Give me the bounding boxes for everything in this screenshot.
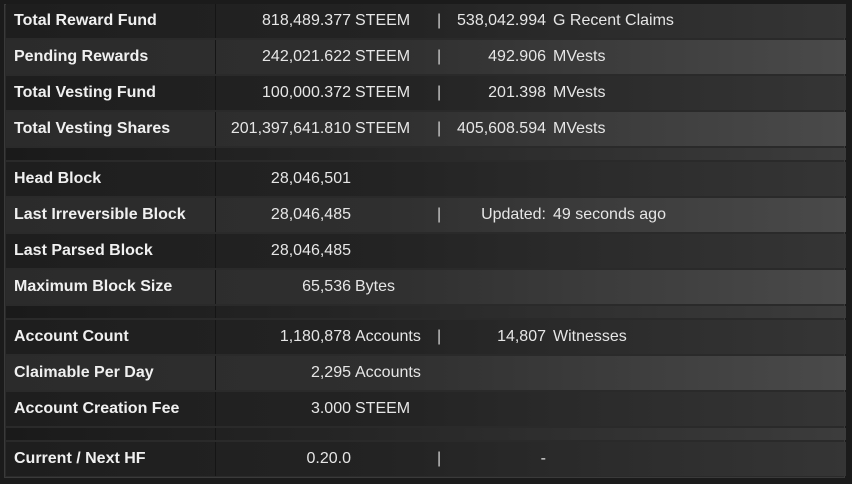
row-value: 818,489.377 [262,12,351,29]
row-value: 2,295 [310,364,351,381]
row-total-vesting-shares: Total Vesting Shares 201,397,641.810 STE… [6,112,846,146]
row-label: Total Vesting Fund [6,76,216,110]
row-account-creation-fee: Account Creation Fee 3.000 STEEM [6,392,846,426]
row-label: Current / Next HF [6,442,216,476]
row-total-reward-fund: Total Reward Fund 818,489.377 STEEM | 53… [6,4,846,38]
row-last-parsed-block: Last Parsed Block 28,046,485 [6,234,846,268]
row-unit-secondary: G Recent Claims [553,12,674,29]
row-label: Maximum Block Size [6,270,216,304]
row-value: 242,021.622 [262,48,351,65]
row-value-secondary: Updated: [481,206,546,223]
row-unit: STEEM [355,48,411,65]
row-value: 3.000 [310,400,351,417]
separator-pipe: | [437,206,442,223]
section-divider [6,148,846,160]
row-value: 0.20.0 [306,450,351,467]
row-pending-rewards: Pending Rewards 242,021.622 STEEM | 492.… [6,40,846,74]
row-value: 100,000.372 [262,84,351,101]
separator-pipe: | [437,84,442,101]
row-label: Account Creation Fee [6,392,216,426]
row-value: 28,046,501 [270,170,351,187]
row-unit: STEEM [355,400,411,417]
row-unit: STEEM [355,84,411,101]
row-head-block: Head Block 28,046,501 [6,162,846,196]
row-unit: STEEM [355,12,411,29]
section-divider [6,306,846,318]
row-value: 1,180,878 [279,328,351,345]
row-maximum-block-size: Maximum Block Size 65,536 Bytes [6,270,846,304]
row-last-irreversible-block: Last Irreversible Block 28,046,485 | Upd… [6,198,846,232]
row-value: 201,397,641.810 [230,120,351,137]
row-unit: STEEM [355,120,411,137]
row-label: Head Block [6,162,216,196]
separator-pipe: | [437,450,442,467]
separator-pipe: | [437,120,442,137]
row-value: 28,046,485 [270,242,351,259]
row-value: 28,046,485 [270,206,351,223]
row-label: Account Count [6,320,216,354]
separator-pipe: | [437,328,442,345]
row-unit-secondary: MVests [553,120,606,137]
row-label: Claimable Per Day [6,356,216,390]
row-unit-secondary: MVests [553,84,606,101]
row-total-vesting-fund: Total Vesting Fund 100,000.372 STEEM | 2… [6,76,846,110]
row-current-next-hf: Current / Next HF 0.20.0 | - [6,442,846,476]
row-value-secondary: 538,042.994 [457,12,546,29]
row-unit-secondary: Witnesses [553,328,627,345]
row-label: Total Reward Fund [6,4,216,38]
row-label: Pending Rewards [6,40,216,74]
row-unit: Accounts [355,364,421,381]
row-label: Total Vesting Shares [6,112,216,146]
row-unit-secondary: MVests [553,48,606,65]
separator-pipe: | [437,48,442,65]
section-divider [6,428,846,440]
separator-pipe: | [437,12,442,29]
row-value: 65,536 [302,278,351,295]
row-unit-secondary: 49 seconds ago [553,206,666,223]
row-value-secondary: 405,608.594 [457,120,546,137]
row-claimable-per-day: Claimable Per Day 2,295 Accounts [6,356,846,390]
row-value-secondary: 14,807 [497,328,546,345]
row-unit: Accounts [355,328,421,345]
row-label: Last Irreversible Block [6,198,216,232]
row-label: Last Parsed Block [6,234,216,268]
row-unit: Bytes [355,278,396,295]
row-value-secondary: 201.398 [488,84,546,101]
row-value-secondary: - [540,450,546,467]
row-account-count: Account Count 1,180,878 Accounts | 14,80… [6,320,846,354]
row-value-secondary: 492.906 [488,48,546,65]
